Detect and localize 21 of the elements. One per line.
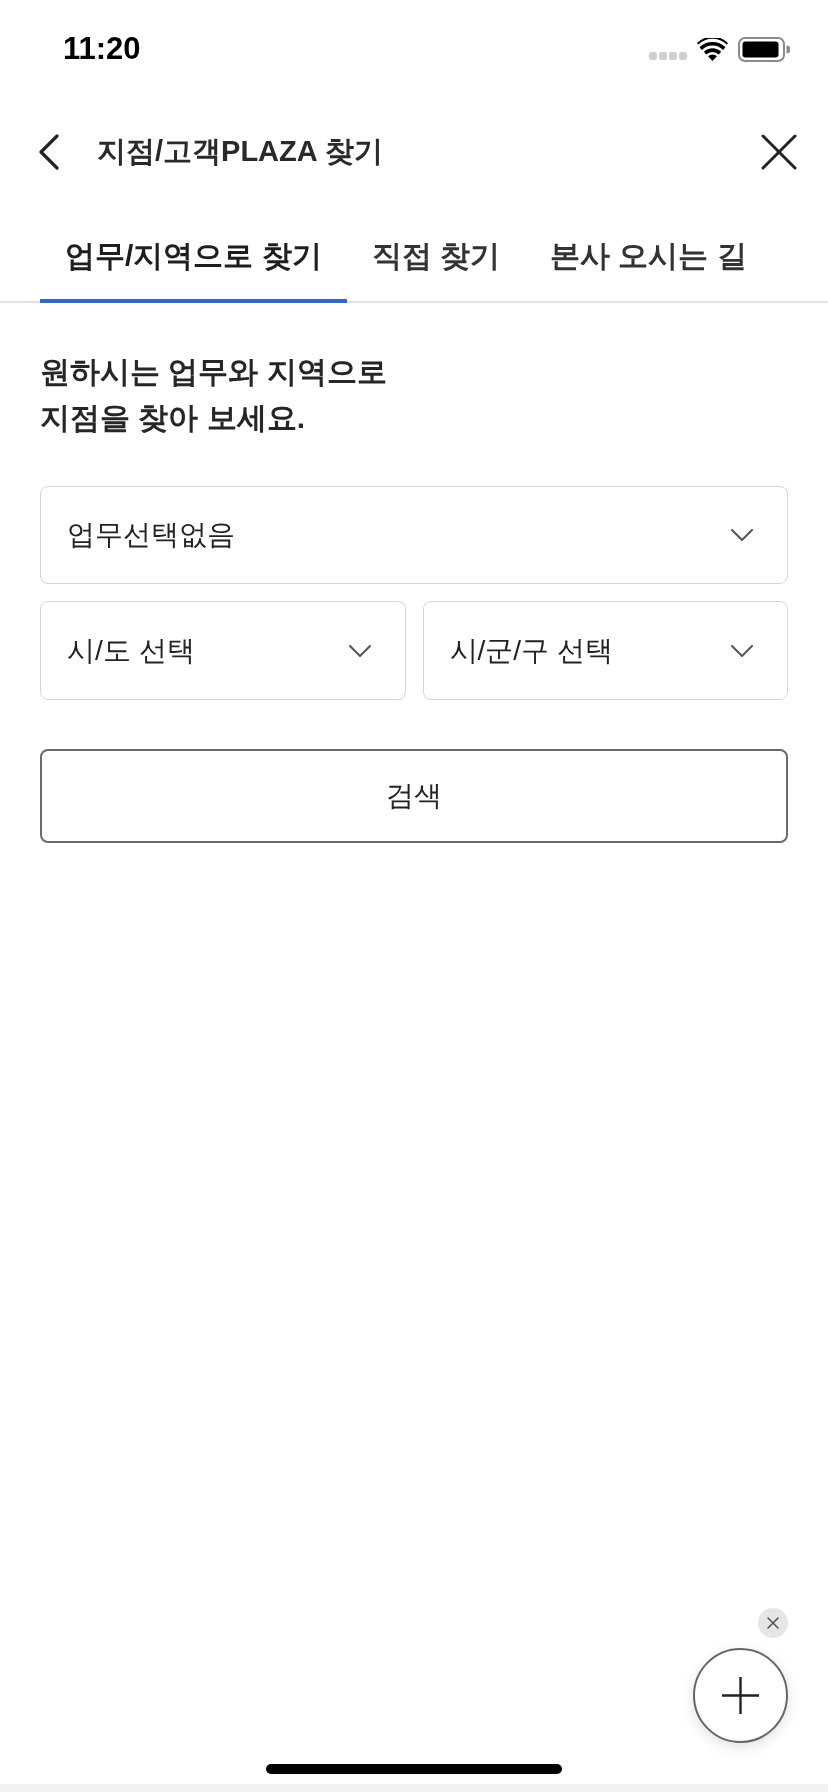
battery-icon: [738, 36, 790, 62]
status-time: 11:20: [63, 29, 141, 68]
plus-icon: [722, 1677, 759, 1714]
chevron-down-icon: [731, 529, 753, 541]
intro-heading: 원하시는 업무와 지역으로 지점을 찾아 보세요.: [40, 354, 388, 436]
dropdown-select[interactable]: 업무선택없음: [40, 486, 788, 584]
close-icon[interactable]: [761, 134, 797, 170]
close-icon: [767, 1617, 779, 1629]
signal-dots-icon: [649, 52, 687, 60]
tab[interactable]: 본사 오시는 길: [525, 206, 772, 303]
search-button[interactable]: 검색: [40, 749, 788, 843]
tab[interactable]: 직접 찾기: [346, 206, 525, 303]
chevron-down-icon: [731, 644, 753, 657]
dropdown-select[interactable]: 시/군/구 선택: [422, 601, 788, 700]
dismiss-button[interactable]: [758, 1608, 788, 1638]
back-icon[interactable]: [38, 134, 59, 170]
chevron-down-icon: [348, 644, 371, 657]
wifi-icon: [697, 37, 728, 61]
page-title: 지점/고객PLAZA 찾기: [97, 134, 383, 170]
tab[interactable]: 업무/지역으로 찾기: [40, 206, 347, 303]
dropdown-select[interactable]: 시/도 선택: [40, 601, 406, 700]
